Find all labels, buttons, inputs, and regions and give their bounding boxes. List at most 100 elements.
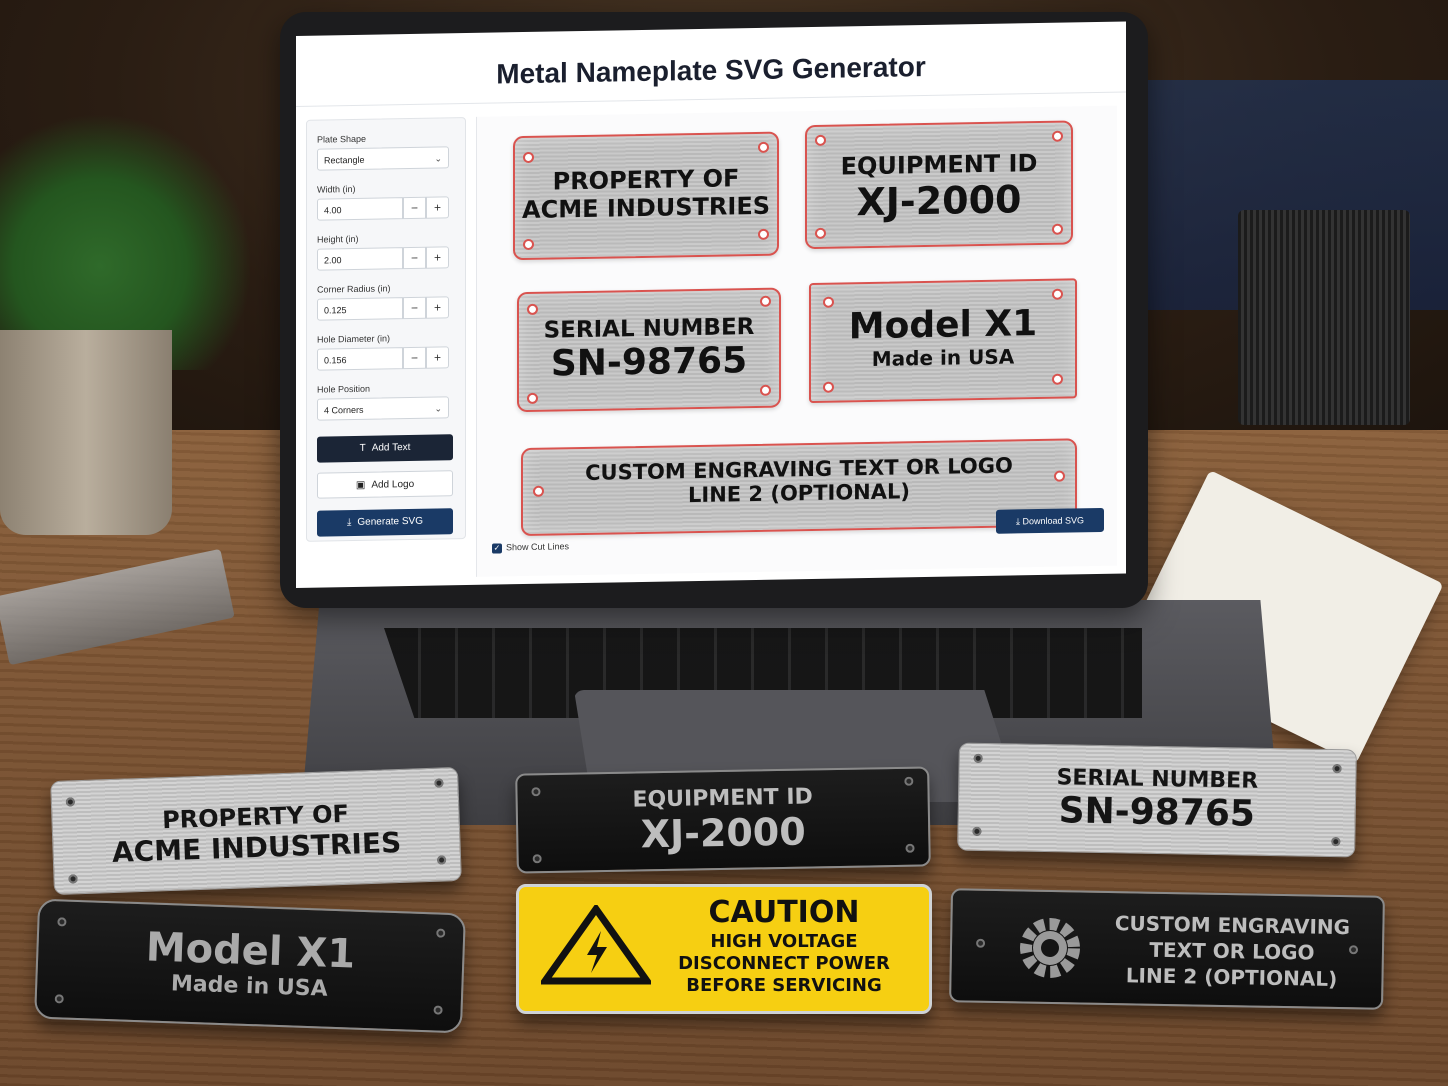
hole-diameter-stepper: 0.156 − + [317,346,449,371]
caution-line-3: DISCONNECT POWER [678,953,890,974]
corner-radius-stepper: 0.125 − + [317,296,449,321]
mounting-hole [523,151,534,164]
text-icon: T [359,442,366,454]
mounting-hole [523,238,534,251]
screw-hole [1332,764,1342,774]
plate-line-2: ACME INDUSTRIES [522,191,770,225]
height-increment-button[interactable]: + [426,246,449,269]
corner-radius-decrement-button[interactable]: − [403,296,426,320]
desk-plate-model: Model X1 Made in USA [34,898,466,1034]
warning-triangle-icon [541,905,651,985]
download-svg-label: Download SVG [1022,515,1085,527]
generate-svg-button[interactable]: ⤓ Generate SVG [317,508,453,537]
plate-preview-area: PROPERTY OF ACME INDUSTRIES EQUIPMENT ID… [476,105,1117,577]
hole-position-select[interactable]: 4 Corners ⌄ [317,396,449,421]
height-decrement-button[interactable]: − [403,246,426,270]
pen-cup [1238,210,1410,425]
show-cut-lines-toggle[interactable]: ✓ Show Cut Lines [492,541,569,554]
add-logo-label: Add Logo [371,478,415,491]
height-input[interactable]: 2.00 [317,247,403,271]
screw-hole [434,778,444,788]
custom-line-2: TEXT OR LOGO [1149,937,1315,965]
desk-plate-line-2: SN-98765 [1058,790,1256,835]
corner-radius-input[interactable]: 0.125 [317,297,403,321]
add-logo-button[interactable]: ▣ Add Logo [317,470,453,499]
mounting-hole [760,295,771,307]
preview-plate-acme[interactable]: PROPERTY OF ACME INDUSTRIES [513,131,779,261]
plate-shape-select[interactable]: Rectangle ⌄ [317,146,449,171]
plate-line-2: XJ-2000 [856,177,1022,225]
screw-hole [905,843,915,853]
preview-plate-equipment[interactable]: EQUIPMENT ID XJ-2000 [805,120,1073,250]
height-stepper: 2.00 − + [317,246,449,271]
width-decrement-button[interactable]: − [403,196,426,220]
screw-hole [975,938,986,948]
hole-diameter-increment-button[interactable]: + [426,346,449,369]
mounting-hole [815,134,826,146]
screw-hole [433,1005,443,1015]
plate-line-1: EQUIPMENT ID [840,149,1038,181]
custom-line-3: LINE 2 (OPTIONAL) [1125,963,1338,991]
desk-plate-line-2: XJ-2000 [640,809,807,857]
width-label: Width (in) [317,183,356,195]
hole-diameter-input[interactable]: 0.156 [317,347,403,371]
mounting-hole [1052,223,1063,235]
mounting-hole [760,384,771,396]
mounting-hole [823,381,834,393]
width-increment-button[interactable]: + [426,196,449,219]
add-text-button[interactable]: T Add Text [317,434,453,463]
caution-line-2: HIGH VOLTAGE [710,931,858,952]
screw-hole [436,855,447,865]
plant-pot [0,330,172,535]
gear-icon [1020,917,1081,978]
plate-line-2: Made in USA [871,344,1015,371]
hole-diameter-decrement-button[interactable]: − [403,346,426,370]
mounting-hole [758,228,769,240]
hole-position-value: 4 Corners [324,404,364,416]
mounting-hole [815,227,826,239]
add-text-label: Add Text [371,442,411,454]
image-icon: ▣ [355,479,366,491]
screw-hole [68,874,78,884]
plate-shape-value: Rectangle [324,154,365,166]
preview-plate-custom[interactable]: CUSTOM ENGRAVING TEXT OR LOGO LINE 2 (OP… [521,438,1077,537]
hole-diameter-label: Hole Diameter (in) [317,333,391,345]
corner-radius-label: Corner Radius (in) [317,283,391,295]
preview-plate-serial[interactable]: SERIAL NUMBER SN-98765 [517,287,781,413]
screw-hole [972,826,982,836]
title-divider [296,91,1126,107]
mounting-hole [1052,130,1063,142]
app-screen: Metal Nameplate SVG Generator Plate Shap… [296,21,1126,589]
mounting-hole [1052,288,1063,300]
plate-line-2: SN-98765 [550,340,748,385]
width-stepper: 4.00 − + [317,196,449,221]
screw-hole [1331,837,1341,847]
checkbox-checked-icon[interactable]: ✓ [492,543,502,554]
desk-plate-equipment: EQUIPMENT ID XJ-2000 [515,766,931,874]
screw-hole [904,776,914,786]
plate-shape-label: Plate Shape [317,133,367,145]
mounting-hole [527,392,538,404]
caution-heading: CAUTION [708,895,860,930]
height-label: Height (in) [317,233,359,245]
mounting-hole [1052,373,1063,385]
hole-position-label: Hole Position [317,383,371,395]
desk-plate-acme: PROPERTY OF ACME INDUSTRIES [50,766,462,896]
corner-radius-increment-button[interactable]: + [426,296,449,319]
desk-plate-serial: SERIAL NUMBER SN-98765 [957,742,1357,858]
width-input[interactable]: 4.00 [317,197,403,221]
settings-sidebar: Plate Shape Rectangle ⌄ Width (in) 4.00 … [306,117,466,542]
chevron-down-icon: ⌄ [434,403,442,414]
desk-plate-custom: CUSTOM ENGRAVING TEXT OR LOGO LINE 2 (OP… [949,888,1385,1010]
mounting-hole [758,141,769,153]
page-title: Metal Nameplate SVG Generator [496,51,926,90]
custom-line-1: CUSTOM ENGRAVING [1114,911,1351,940]
screw-hole [54,994,64,1004]
plate-line-1: Model X1 [848,303,1038,348]
caution-line-4: BEFORE SERVICING [686,975,882,996]
chevron-down-icon: ⌄ [434,153,442,164]
desk-plate-caution: CAUTION HIGH VOLTAGE DISCONNECT POWER BE… [516,884,932,1014]
download-svg-button[interactable]: ⤓ Download SVG [996,507,1104,534]
screw-hole [532,854,542,864]
preview-plate-model[interactable]: Model X1 Made in USA [809,278,1077,404]
